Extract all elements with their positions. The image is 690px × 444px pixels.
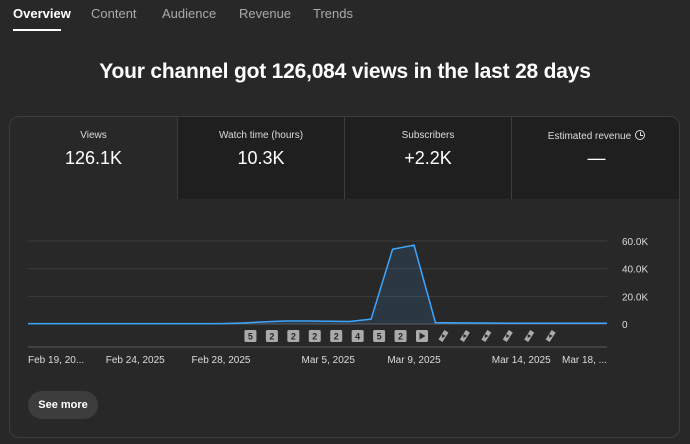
upload-count-label: 2 [269,332,274,342]
upload-count-label: 2 [398,332,403,342]
upload-count-label: 2 [334,332,339,342]
upload-count-label: 2 [291,332,296,342]
tab-audience[interactable]: Audience [162,6,216,21]
tab-overview[interactable]: Overview [13,6,71,21]
x-tick-label: Feb 24, 2025 [106,355,165,366]
x-tick-label: Mar 18, ... [562,355,607,366]
tab-content[interactable]: Content [91,6,137,21]
tab-trends[interactable]: Trends [313,6,353,21]
y-tick-label: 0 [622,320,628,331]
y-tick-label: 20.0K [622,292,648,303]
tab-bar: Overview Content Audience Revenue Trends [0,0,690,33]
x-tick-label: Mar 14, 2025 [492,355,551,366]
upload-count-label: 5 [377,332,382,342]
upload-count-label: 2 [312,332,317,342]
x-tick-label: Feb 28, 2025 [192,355,251,366]
y-tick-label: 40.0K [622,265,648,276]
series-line [28,244,607,325]
series-area [28,245,607,324]
x-tick-label: Mar 9, 2025 [387,355,441,366]
upload-count-label: 5 [248,332,253,342]
page-title: Your channel got 126,084 views in the la… [99,60,591,83]
analytics-card: Views 126.1K Watch time (hours) 10.3K Su… [9,116,680,438]
upload-count-label: 4 [355,332,360,342]
x-tick-label: Feb 19, 20... [28,355,84,366]
x-tick-label: Mar 5, 2025 [302,355,356,366]
tab-revenue[interactable]: Revenue [239,6,291,21]
see-more-button[interactable]: See more [28,391,98,419]
views-chart[interactable]: 60.0K 40.0K 20.0K 0 5 2 2 2 2 4 5 2 Feb 19, 20... Feb… [10,117,680,438]
y-tick-label: 60.0K [622,237,648,248]
active-tab-indicator [13,29,61,31]
